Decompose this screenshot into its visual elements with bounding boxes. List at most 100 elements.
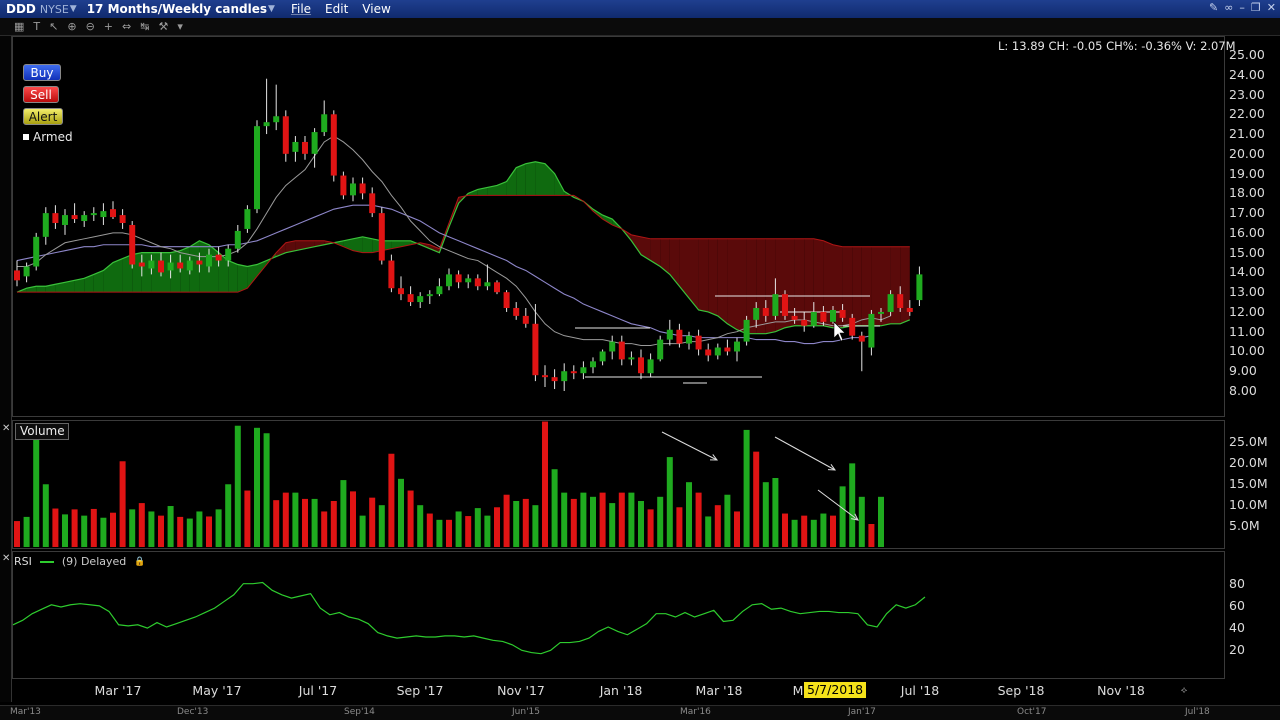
volume-bar xyxy=(244,490,251,547)
candle-body xyxy=(263,122,270,127)
rsi-panel-label[interactable]: RSI (9) Delayed 🔒 xyxy=(14,555,145,568)
cloud-segment xyxy=(535,161,545,196)
volume-bar xyxy=(561,492,568,547)
price-axis-tick: 24.00 xyxy=(1229,66,1265,82)
cloud-segment xyxy=(669,238,680,287)
candle-body xyxy=(426,294,433,297)
cloud-segment xyxy=(698,238,709,312)
armed-checkbox[interactable]: Armed xyxy=(23,130,73,144)
volume-bar xyxy=(273,500,280,547)
volume-bar xyxy=(734,511,740,547)
candle-body xyxy=(522,315,529,324)
candle-body xyxy=(196,260,203,265)
volume-bar xyxy=(340,480,347,547)
volume-bar xyxy=(446,519,452,547)
candle-body xyxy=(71,215,78,220)
candle-body xyxy=(561,371,568,382)
volume-bar xyxy=(657,496,664,547)
cloud-segment xyxy=(525,161,536,196)
volume-bar xyxy=(71,509,78,547)
volume-bar xyxy=(762,482,769,547)
chart-canvas[interactable] xyxy=(0,0,1280,720)
volume-bar xyxy=(254,427,260,547)
candle-body xyxy=(810,311,817,326)
volume-bar xyxy=(676,507,683,547)
cloud-segment xyxy=(516,163,526,196)
close-volume-icon[interactable]: ✕ xyxy=(2,423,10,434)
candle-body xyxy=(138,262,145,267)
rsi-line xyxy=(12,581,926,655)
candle-body xyxy=(820,311,827,322)
candle-body xyxy=(100,211,107,218)
volume-bar xyxy=(119,461,126,547)
buy-button[interactable]: Buy xyxy=(23,64,61,81)
candle-body xyxy=(158,260,164,273)
cloud-segment xyxy=(794,238,805,326)
volume-bar xyxy=(196,511,203,547)
volume-bar xyxy=(206,516,212,547)
cloud-segment xyxy=(506,167,517,196)
cloud-segment xyxy=(765,238,776,334)
candle-body xyxy=(90,213,97,216)
volume-bar xyxy=(724,494,731,547)
volume-bar xyxy=(830,515,836,547)
cloud-segment xyxy=(84,274,94,293)
volume-bar xyxy=(417,505,424,547)
volume-bar xyxy=(186,518,193,547)
volume-bar xyxy=(782,513,788,547)
candle-body xyxy=(714,347,721,356)
price-axis-tick: 20.00 xyxy=(1229,145,1265,161)
volume-bar xyxy=(503,494,510,547)
candle-body xyxy=(542,375,548,378)
volume-bar xyxy=(158,515,164,547)
volume-bar xyxy=(33,438,40,547)
volume-bar xyxy=(378,505,385,547)
volume-bar xyxy=(686,482,692,547)
volume-bar xyxy=(743,429,750,547)
cloud-segment xyxy=(727,238,737,330)
volume-bar xyxy=(820,513,827,547)
cloud-segment xyxy=(228,260,238,293)
candle-body xyxy=(791,315,798,320)
candle-body xyxy=(465,278,472,283)
candle-body xyxy=(167,262,174,271)
volume-bar xyxy=(302,498,308,547)
candle-body xyxy=(110,209,116,218)
date-axis-label: Mar '17 xyxy=(94,683,142,698)
candle-body xyxy=(62,215,68,225)
candle-body xyxy=(225,248,232,261)
volume-bar xyxy=(513,501,520,547)
alert-button[interactable]: Alert xyxy=(23,108,63,125)
candle-body xyxy=(282,116,289,154)
price-axis-tick: 9.00 xyxy=(1229,363,1257,379)
volume-panel-label[interactable]: Volume xyxy=(15,423,69,440)
candle-body xyxy=(340,175,347,196)
volume-bar xyxy=(42,484,49,547)
volume-bar xyxy=(638,501,644,547)
volume-bar xyxy=(350,491,356,547)
volume-bar xyxy=(23,516,30,547)
price-axis-tick: 17.00 xyxy=(1229,205,1265,221)
candle-body xyxy=(868,313,875,348)
volume-bar xyxy=(590,496,596,547)
candle-body xyxy=(206,254,212,267)
volume-bar xyxy=(542,421,548,547)
volume-bar xyxy=(138,503,145,547)
cloud-segment xyxy=(113,258,123,293)
volume-bar xyxy=(177,516,184,547)
candle-body xyxy=(215,254,222,261)
price-axis-tick: 10.00 xyxy=(1229,343,1265,359)
volume-bar xyxy=(292,492,299,547)
cloud-segment xyxy=(737,238,747,334)
volume-bar xyxy=(666,457,673,547)
volume-bar xyxy=(753,451,760,547)
close-rsi-icon[interactable]: ✕ xyxy=(2,553,10,564)
cloud-segment xyxy=(170,250,181,293)
volume-bar xyxy=(388,453,395,547)
volume-bar xyxy=(801,515,808,547)
rsi-axis-tick: 60 xyxy=(1229,597,1245,613)
volume-bar xyxy=(810,519,817,547)
candle-body xyxy=(724,347,731,352)
sell-button[interactable]: Sell xyxy=(23,86,59,103)
volume-bar xyxy=(474,508,481,547)
